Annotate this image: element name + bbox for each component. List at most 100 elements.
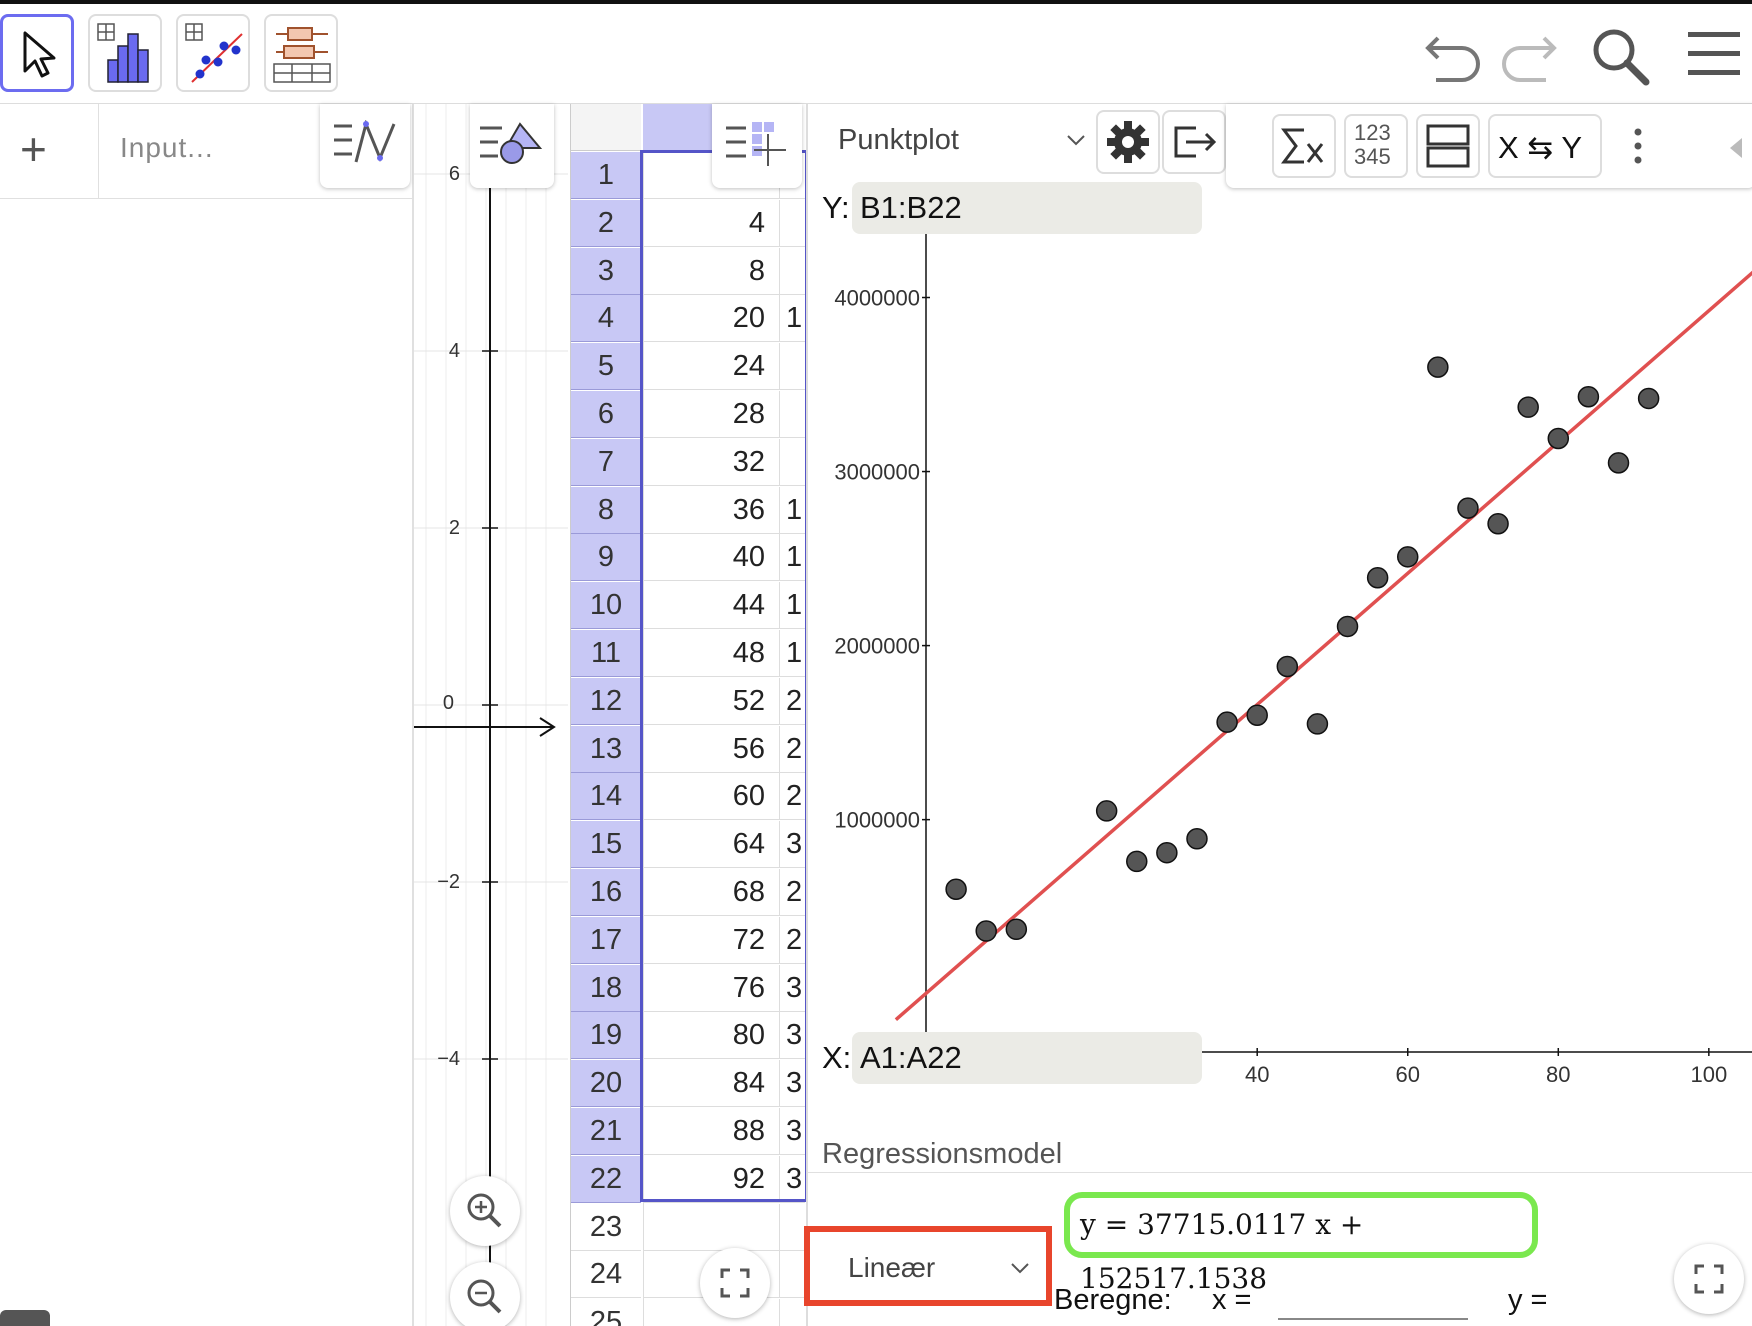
- cell-b23[interactable]: [779, 1203, 805, 1251]
- cell-a5[interactable]: 24: [643, 343, 779, 391]
- cell-a9[interactable]: 40: [643, 534, 779, 582]
- row-header-13[interactable]: 13: [571, 725, 641, 773]
- row-header-3[interactable]: 3: [571, 247, 641, 295]
- x-range-input[interactable]: A1:A22: [852, 1032, 1202, 1084]
- row-header-18[interactable]: 18: [571, 964, 641, 1012]
- row-header-8[interactable]: 8: [571, 486, 641, 534]
- settings-button[interactable]: [1096, 110, 1160, 174]
- cell-b11[interactable]: 1: [779, 630, 805, 677]
- row-header-9[interactable]: 9: [571, 534, 641, 582]
- cell-b8[interactable]: 1: [779, 486, 805, 534]
- export-button[interactable]: [1162, 110, 1226, 174]
- hamburger-menu-icon[interactable]: [1686, 30, 1742, 78]
- cell-b5[interactable]: [779, 343, 805, 391]
- cell-b14[interactable]: 2: [779, 773, 805, 821]
- y-range-input[interactable]: B1:B22: [852, 182, 1202, 234]
- evaluate-x-input[interactable]: [1278, 1318, 1468, 1320]
- cell-b16[interactable]: 2: [779, 869, 805, 916]
- cell-a7[interactable]: 32: [643, 439, 779, 486]
- cell-a10[interactable]: 44: [643, 582, 779, 630]
- cell-a22[interactable]: 92: [643, 1156, 779, 1203]
- row-header-23[interactable]: 23: [571, 1203, 641, 1251]
- row-header-2[interactable]: 2: [571, 199, 641, 247]
- cell-b20[interactable]: 3: [779, 1060, 805, 1108]
- row-header-5[interactable]: 5: [571, 343, 641, 391]
- cell-a4[interactable]: 20: [643, 295, 779, 343]
- cell-a2[interactable]: 4: [643, 200, 779, 247]
- spreadsheet-fullscreen-button[interactable]: [700, 1248, 770, 1318]
- cell-b10[interactable]: 1: [779, 582, 805, 630]
- graphics-style-menu-button[interactable]: [470, 104, 554, 188]
- search-icon[interactable]: [1590, 26, 1652, 88]
- cell-a21[interactable]: 88: [643, 1108, 779, 1155]
- cell-b21[interactable]: 3: [779, 1108, 805, 1155]
- more-options-icon[interactable]: [1628, 124, 1648, 168]
- second-plot-button[interactable]: [1416, 114, 1480, 178]
- cell-a8[interactable]: 36: [643, 487, 779, 534]
- cell-b25[interactable]: [779, 1299, 805, 1326]
- cell-b13[interactable]: 2: [779, 725, 805, 773]
- two-variable-regression-button[interactable]: [176, 14, 250, 92]
- cell-a16[interactable]: 68: [643, 869, 779, 916]
- row-header-6[interactable]: 6: [571, 391, 641, 438]
- cell-a13[interactable]: 56: [643, 726, 779, 773]
- cell-b22[interactable]: 3: [779, 1155, 805, 1203]
- row-header-4[interactable]: 4: [571, 295, 641, 343]
- cell-b15[interactable]: 3: [779, 821, 805, 869]
- cell-a18[interactable]: 76: [643, 965, 779, 1012]
- undo-icon[interactable]: [1424, 26, 1484, 82]
- multiple-variable-analysis-button[interactable]: [264, 14, 338, 92]
- cell-b19[interactable]: 3: [779, 1012, 805, 1060]
- row-header-22[interactable]: 22: [571, 1155, 641, 1203]
- cell-b4[interactable]: 1: [779, 295, 805, 343]
- cell-a15[interactable]: 64: [643, 821, 779, 869]
- swap-xy-button[interactable]: X ⇆ Y: [1488, 114, 1602, 178]
- graphics-panel[interactable]: 6 4 2 0 −2 −4: [414, 104, 568, 1326]
- row-header-24[interactable]: 24: [571, 1251, 641, 1299]
- row-header-20[interactable]: 20: [571, 1060, 641, 1108]
- cell-b3[interactable]: [779, 247, 805, 295]
- algebra-input[interactable]: Input...: [120, 132, 214, 164]
- cell-b18[interactable]: 3: [779, 964, 805, 1012]
- cell-b6[interactable]: [779, 391, 805, 438]
- cell-b12[interactable]: 2: [779, 677, 805, 725]
- statistics-button[interactable]: [1272, 114, 1336, 178]
- row-header-12[interactable]: 12: [571, 677, 641, 725]
- cell-b2[interactable]: [779, 199, 805, 247]
- zoom-out-button[interactable]: [450, 1262, 520, 1326]
- spreadsheet-style-menu-button[interactable]: [712, 104, 802, 188]
- data-view-button[interactable]: 123 345: [1344, 114, 1408, 178]
- row-header-17[interactable]: 17: [571, 916, 641, 964]
- cell-b7[interactable]: [779, 438, 805, 486]
- add-icon[interactable]: +: [20, 126, 47, 172]
- cell-a19[interactable]: 80: [643, 1012, 779, 1060]
- row-header-7[interactable]: 7: [571, 438, 641, 486]
- cell-b9[interactable]: 1: [779, 534, 805, 582]
- regression-model-select[interactable]: Lineær: [804, 1226, 1052, 1306]
- row-header-10[interactable]: 10: [571, 582, 641, 630]
- cell-a3[interactable]: 8: [643, 248, 779, 295]
- row-header-16[interactable]: 16: [571, 869, 641, 916]
- fullscreen-button[interactable]: [1674, 1244, 1744, 1314]
- row-header-25[interactable]: 25: [571, 1299, 641, 1326]
- cell-a23[interactable]: [643, 1204, 779, 1251]
- chevron-down-icon[interactable]: [1066, 132, 1086, 148]
- row-header-15[interactable]: 15: [571, 821, 641, 869]
- cell-a12[interactable]: 52: [643, 678, 779, 725]
- cell-a14[interactable]: 60: [643, 773, 779, 821]
- cell-b17[interactable]: 2: [779, 916, 805, 964]
- one-variable-analysis-button[interactable]: [88, 14, 162, 92]
- row-header-11[interactable]: 11: [571, 630, 641, 677]
- collapse-arrow-icon[interactable]: [1726, 136, 1746, 160]
- cell-a6[interactable]: 28: [643, 391, 779, 438]
- plot-type-select[interactable]: Punktplot: [838, 124, 959, 157]
- row-header-21[interactable]: 21: [571, 1108, 641, 1155]
- cell-a11[interactable]: 48: [643, 630, 779, 677]
- cell-a17[interactable]: 72: [643, 917, 779, 964]
- row-header-19[interactable]: 19: [571, 1012, 641, 1060]
- move-tool-button[interactable]: [0, 14, 74, 92]
- cell-a20[interactable]: 84: [643, 1060, 779, 1108]
- zoom-in-button[interactable]: [450, 1176, 520, 1246]
- algebra-style-menu-button[interactable]: [320, 104, 410, 188]
- cell-b24[interactable]: [779, 1251, 805, 1299]
